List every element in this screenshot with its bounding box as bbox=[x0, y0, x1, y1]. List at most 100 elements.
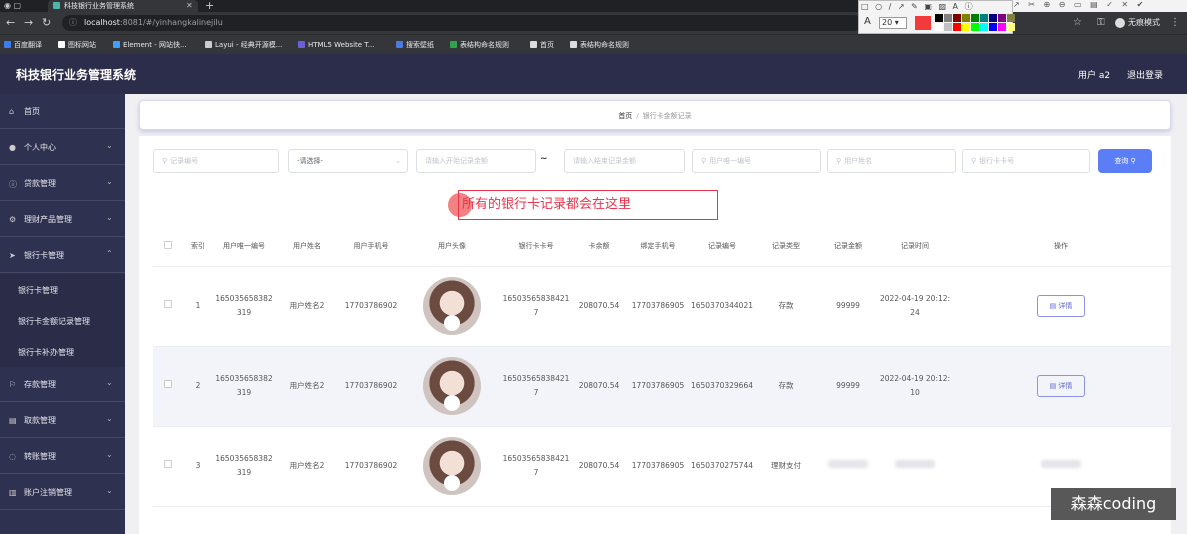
table-row[interactable]: 1 165035658382319 用户姓名2 17703786902 16503565… bbox=[153, 266, 1171, 347]
record-no-input[interactable]: ⚲ 记录编号 bbox=[153, 149, 279, 173]
incognito-icon bbox=[1115, 17, 1125, 28]
chevron-down-icon: ⌄ bbox=[106, 450, 113, 459]
start-amount-input[interactable]: 请输入开始记录金额 bbox=[416, 149, 536, 173]
annotation-tools-row[interactable]: □ ○ ∕ ↗ ✎ ▣ ▨ A ⓘ bbox=[861, 1, 975, 12]
color-swatch[interactable] bbox=[971, 14, 979, 22]
color-palette[interactable] bbox=[935, 14, 1015, 32]
sidebar-item[interactable]: ➤ 银行卡管理 ⌃ bbox=[0, 238, 125, 273]
url-field[interactable]: ⓘ localhost:8081/#/yinhangkalinejilu bbox=[62, 15, 862, 31]
browser-tab[interactable]: 科技银行业务管理系统 bbox=[48, 0, 198, 12]
bookmark-item[interactable]: HTML5 Website T... bbox=[298, 39, 374, 51]
blurred-value bbox=[895, 460, 935, 468]
back-icon[interactable]: ← bbox=[6, 16, 15, 30]
color-swatch[interactable] bbox=[944, 23, 952, 31]
key-icon[interactable]: ⚿ bbox=[1097, 16, 1105, 30]
user-name-input[interactable]: ⚲ 用户姓名 bbox=[827, 149, 956, 173]
current-user: 用户 a2 bbox=[1078, 71, 1111, 81]
color-swatch[interactable] bbox=[962, 14, 970, 22]
color-swatch[interactable] bbox=[989, 14, 997, 22]
row-checkbox[interactable] bbox=[164, 460, 172, 468]
select-all-checkbox[interactable] bbox=[164, 240, 172, 249]
avatar bbox=[423, 357, 481, 415]
color-swatch[interactable] bbox=[1007, 23, 1015, 31]
sidebar-item[interactable]: ◌ 转账管理 ⌄ bbox=[0, 439, 125, 474]
window-menu-icon[interactable]: ◉ ▢ bbox=[4, 1, 21, 10]
table-row[interactable]: 2 165035658382319 用户姓名2 17703786902 16503565… bbox=[153, 346, 1171, 427]
blurred-value bbox=[828, 460, 868, 468]
annotation-actions-row[interactable]: ↗ ✂ ⊕ ⊖ ▭ ▤ ✓ ✕ ✔ bbox=[1013, 0, 1187, 12]
bookmark-item[interactable]: Layui - 经典开源模... bbox=[205, 39, 282, 51]
detail-button[interactable]: ▤ 详情 bbox=[1037, 295, 1085, 317]
bookmark-icon bbox=[530, 41, 537, 48]
bookmark-item[interactable]: 图标网站 bbox=[58, 39, 96, 51]
cell-card: 165035658384217 bbox=[501, 426, 571, 507]
sidebar-subitem[interactable]: 银行卡补办管理 bbox=[0, 336, 125, 367]
bookmark-item[interactable]: 表结构命名规则 bbox=[450, 39, 509, 51]
sidebar-item[interactable]: ⚙ 理财产品管理 ⌄ bbox=[0, 202, 125, 237]
site-info-icon[interactable]: ⓘ bbox=[69, 15, 77, 31]
chevron-down-icon: ⌄ bbox=[395, 157, 401, 165]
sidebar-item[interactable]: ● 个人中心 ⌄ bbox=[0, 130, 125, 165]
bookmark-icon bbox=[205, 41, 212, 48]
text-tool-icon[interactable]: A bbox=[864, 16, 871, 27]
sidebar-item[interactable]: ▤ 取款管理 ⌄ bbox=[0, 403, 125, 438]
bookmark-item[interactable]: 首页 bbox=[530, 39, 554, 51]
color-swatch[interactable] bbox=[953, 14, 961, 22]
card-no-input[interactable]: ⚲ 银行卡卡号 bbox=[962, 149, 1090, 173]
color-swatch[interactable] bbox=[998, 23, 1006, 31]
breadcrumb-current: 银行卡金额记录 bbox=[642, 112, 692, 120]
star-icon[interactable]: ☆ bbox=[1073, 16, 1082, 30]
color-swatch[interactable] bbox=[998, 14, 1006, 22]
forward-icon[interactable]: → bbox=[24, 16, 33, 30]
search-icon: ⚲ bbox=[701, 157, 707, 165]
avatar-cell bbox=[403, 266, 501, 347]
table-row[interactable]: 3 165035658382319 用户姓名2 17703786902 16503565… bbox=[153, 426, 1171, 507]
search-button[interactable]: 查询 ⚲ bbox=[1098, 149, 1152, 173]
current-color-swatch[interactable] bbox=[915, 16, 931, 30]
bookmark-item[interactable]: 表结构命名规则 bbox=[570, 39, 629, 51]
bookmark-item[interactable]: 百度翻译 bbox=[4, 39, 42, 51]
color-swatch[interactable] bbox=[980, 14, 988, 22]
color-swatch[interactable] bbox=[989, 23, 997, 31]
color-swatch[interactable] bbox=[962, 23, 970, 31]
color-swatch[interactable] bbox=[935, 14, 943, 22]
bookmark-item[interactable]: 搜索壁纸 bbox=[396, 39, 434, 51]
logout-link[interactable]: 退出登录 bbox=[1127, 68, 1163, 81]
detail-button[interactable]: ▤ 详情 bbox=[1037, 375, 1085, 397]
sidebar-subitem[interactable]: 银行卡金额记录管理 bbox=[0, 305, 125, 336]
sidebar-item[interactable]: ⚐ 存款管理 ⌄ bbox=[0, 367, 125, 402]
user-id-input[interactable]: ⚲ 用户唯一编号 bbox=[692, 149, 821, 173]
color-swatch[interactable] bbox=[953, 23, 961, 31]
record-type-select[interactable]: -请选择- ⌄ bbox=[288, 149, 408, 173]
search-icon: ⚲ bbox=[162, 157, 168, 165]
color-swatch[interactable] bbox=[980, 23, 988, 31]
sidebar-item[interactable]: ⌂ 首页 bbox=[0, 94, 125, 129]
reload-icon[interactable]: ↻ bbox=[42, 16, 51, 30]
incognito-indicator[interactable]: 无痕模式 bbox=[1115, 15, 1160, 31]
avatar bbox=[423, 277, 481, 335]
sidebar-item[interactable]: ⓘ 贷款管理 ⌄ bbox=[0, 166, 125, 201]
font-size-select[interactable]: 20 ▾ bbox=[879, 17, 907, 29]
color-swatch[interactable] bbox=[935, 23, 943, 31]
tab-favicon-icon bbox=[53, 2, 60, 9]
end-amount-input[interactable]: 请输入结束记录金额 bbox=[564, 149, 685, 173]
bookmark-item[interactable]: Element - 网站快... bbox=[113, 39, 187, 51]
color-swatch[interactable] bbox=[971, 23, 979, 31]
sidebar-subitem[interactable]: 银行卡管理 bbox=[0, 274, 125, 305]
cell-phone: 17703786902 bbox=[339, 266, 403, 347]
chevron-down-icon: ⌄ bbox=[106, 414, 113, 423]
column-header: 操作 bbox=[951, 226, 1171, 267]
color-swatch[interactable] bbox=[944, 14, 952, 22]
sidebar-item[interactable]: ▥ 账户注销管理 ⌄ bbox=[0, 475, 125, 510]
row-checkbox[interactable] bbox=[164, 300, 172, 308]
new-tab-icon[interactable]: + bbox=[205, 0, 214, 12]
more-menu-icon[interactable]: ⋮ bbox=[1170, 16, 1180, 30]
color-swatch[interactable] bbox=[1007, 14, 1015, 22]
row-checkbox[interactable] bbox=[164, 380, 172, 388]
breadcrumb: 首页 / 银行卡金额记录 bbox=[139, 100, 1171, 130]
user-id-placeholder: 用户唯一编号 bbox=[709, 157, 752, 165]
home-icon: ⌂ bbox=[9, 107, 15, 116]
close-tab-icon[interactable]: ✕ bbox=[186, 0, 193, 12]
breadcrumb-home[interactable]: 首页 bbox=[618, 112, 632, 120]
avatar bbox=[423, 437, 481, 495]
